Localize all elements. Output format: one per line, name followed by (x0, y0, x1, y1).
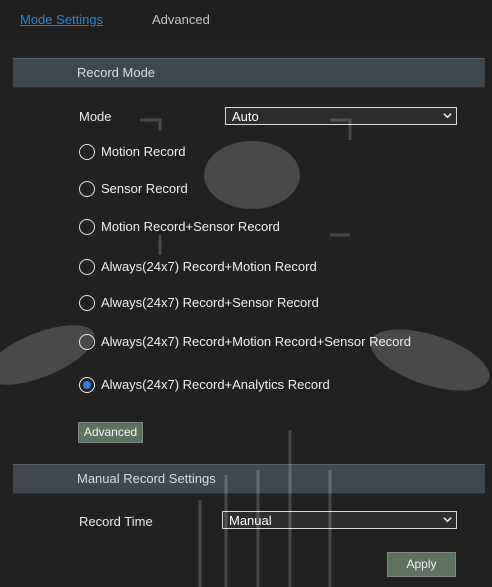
record-time-label: Record Time (79, 514, 153, 529)
chevron-down-icon (443, 517, 452, 523)
mode-select-value: Auto (232, 109, 259, 124)
record-time-value: Manual (229, 513, 272, 528)
manual-settings-title: Manual Record Settings (77, 471, 216, 486)
radio-button-icon[interactable] (79, 219, 95, 235)
radio-label: Always(24x7) Record+Motion Record+Sensor… (101, 334, 411, 349)
chevron-down-icon (443, 113, 452, 119)
tab-advanced[interactable]: Advanced (152, 12, 210, 27)
mode-label: Mode (79, 109, 112, 124)
radio-label: Always(24x7) Record+Sensor Record (101, 295, 319, 310)
radio-button-icon[interactable] (79, 181, 95, 197)
radio-label: Always(24x7) Record+Analytics Record (101, 377, 330, 392)
radio-label: Sensor Record (101, 181, 188, 196)
radio-button-icon[interactable] (79, 295, 95, 311)
tab-mode-settings[interactable]: Mode Settings (20, 12, 103, 27)
record-mode-settings-window: Mode Settings Advanced Record Mode Mode … (0, 0, 492, 587)
apply-button[interactable]: Apply (387, 552, 456, 577)
settings-panel: Record Mode Mode Auto Motion Record Sens… (0, 40, 492, 587)
radio-label: Motion Record (101, 144, 186, 159)
manual-settings-header: Manual Record Settings (13, 464, 485, 494)
radio-button-icon[interactable] (79, 259, 95, 275)
radio-button-icon[interactable] (79, 334, 95, 350)
radio-label: Always(24x7) Record+Motion Record (101, 259, 317, 274)
radio-label: Motion Record+Sensor Record (101, 219, 280, 234)
radio-button-icon[interactable] (79, 377, 95, 393)
record-mode-title: Record Mode (77, 65, 156, 80)
advanced-button[interactable]: Advanced (78, 422, 143, 443)
record-mode-header: Record Mode (13, 58, 485, 88)
radio-button-icon[interactable] (79, 144, 95, 160)
tab-strip: Mode Settings Advanced (0, 0, 492, 41)
mode-select[interactable]: Auto (225, 107, 457, 125)
record-time-select[interactable]: Manual (222, 511, 457, 529)
